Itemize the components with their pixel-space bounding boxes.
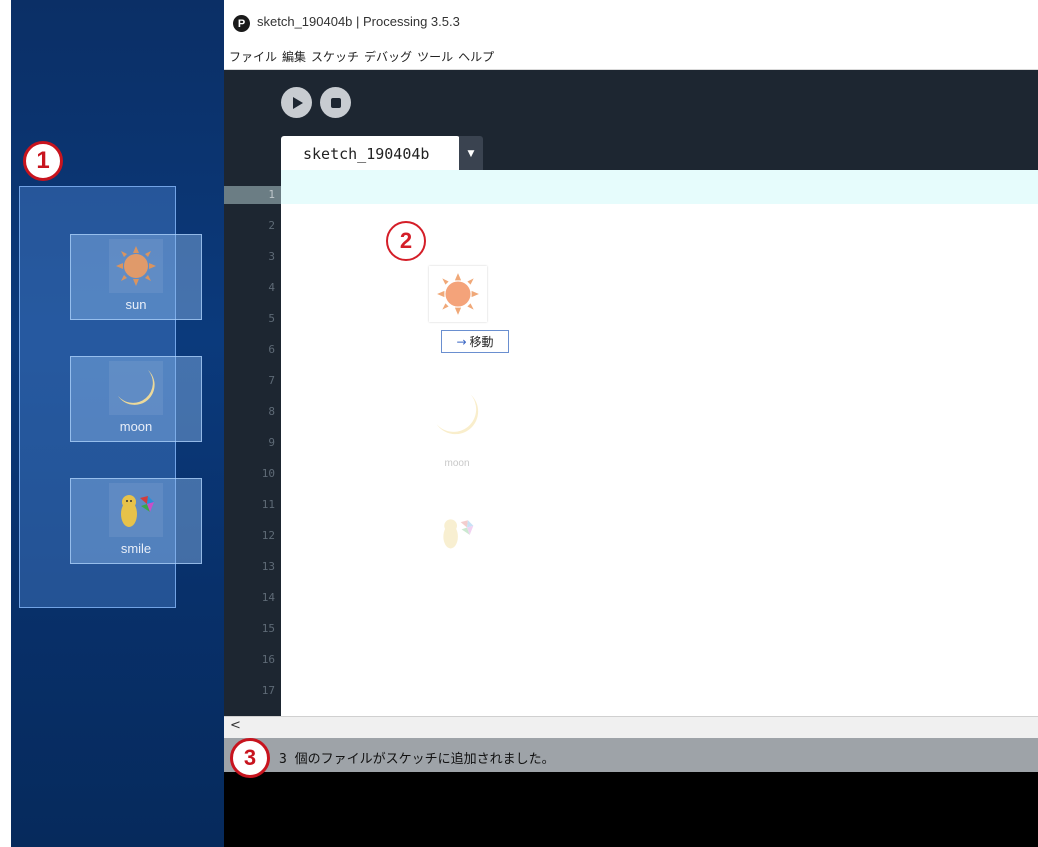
desktop-file-smile[interactable]: smile bbox=[70, 478, 202, 564]
line-number: 9 bbox=[268, 436, 275, 449]
callout-3-badge: 3 bbox=[230, 738, 270, 778]
status-message: 3 個のファイルがスケッチに追加されました。 bbox=[279, 752, 555, 767]
menu-help[interactable]: ヘルプ bbox=[458, 48, 494, 65]
line-number: 13 bbox=[261, 560, 275, 573]
line-number: 11 bbox=[261, 498, 275, 511]
line-number: 15 bbox=[261, 622, 275, 635]
toolbar: sketch_190404b ▼ bbox=[224, 70, 1038, 170]
sun-icon bbox=[109, 239, 163, 293]
dragged-smile-icon bbox=[429, 505, 485, 561]
arrow-right-icon: → bbox=[456, 334, 467, 349]
dragged-moon-icon bbox=[427, 386, 487, 444]
line-number: 2 bbox=[268, 219, 275, 232]
callout-2-badge: 2 bbox=[386, 221, 426, 261]
scroll-left-chevron-icon[interactable]: < bbox=[230, 718, 241, 733]
menu-tools[interactable]: ツール bbox=[417, 48, 453, 65]
moon-icon bbox=[109, 361, 163, 415]
menu-bar: ファイル 編集 スケッチ デバッグ ツール ヘルプ bbox=[224, 44, 1038, 70]
menu-debug[interactable]: デバッグ bbox=[364, 48, 412, 65]
file-label-moon: moon bbox=[119, 419, 153, 434]
horizontal-scrollbar[interactable]: < bbox=[224, 716, 1038, 738]
dragged-sun-icon bbox=[429, 266, 487, 322]
window-title: sketch_190404b | Processing 3.5.3 bbox=[257, 14, 460, 29]
processing-logo-icon: P bbox=[233, 15, 250, 32]
line-number: 8 bbox=[268, 405, 275, 418]
menu-sketch[interactable]: スケッチ bbox=[311, 48, 359, 65]
smile-icon bbox=[109, 483, 163, 537]
line-number: 14 bbox=[261, 591, 275, 604]
desktop-file-moon[interactable]: moon bbox=[70, 356, 202, 442]
line-number: 16 bbox=[261, 653, 275, 666]
move-tooltip: → 移動 bbox=[441, 330, 509, 353]
move-tooltip-label: 移動 bbox=[469, 335, 494, 349]
line-number: 3 bbox=[268, 250, 275, 263]
play-icon bbox=[292, 96, 303, 109]
stop-button[interactable] bbox=[320, 87, 351, 118]
dragged-moon-label: moon bbox=[444, 458, 470, 469]
stop-icon bbox=[330, 97, 341, 108]
callout-1-badge: 1 bbox=[23, 141, 63, 181]
line-number: 12 bbox=[261, 529, 275, 542]
status-bar: 3 個のファイルがスケッチに追加されました。 bbox=[224, 738, 1038, 772]
menu-file[interactable]: ファイル bbox=[229, 48, 277, 65]
code-editor[interactable]: 1 2 3 4 5 6 7 8 9 10 11 12 13 14 15 16 1… bbox=[224, 170, 1038, 716]
console-area[interactable] bbox=[224, 772, 1038, 847]
tab-menu-chevron-down-icon[interactable]: ▼ bbox=[459, 136, 483, 170]
run-button[interactable] bbox=[281, 87, 312, 118]
line-number: 5 bbox=[268, 312, 275, 325]
line-number: 17 bbox=[261, 684, 275, 697]
file-label-smile: smile bbox=[120, 541, 152, 556]
desktop-panel: sun moon smile bbox=[11, 0, 224, 847]
line-number-gutter: 1 2 3 4 5 6 7 8 9 10 11 12 13 14 15 16 1… bbox=[224, 170, 281, 716]
tab-sketch[interactable]: sketch_190404b bbox=[281, 136, 460, 170]
menu-edit[interactable]: 編集 bbox=[282, 48, 306, 65]
current-line-highlight bbox=[281, 170, 1038, 204]
desktop-file-sun[interactable]: sun bbox=[70, 234, 202, 320]
file-label-sun: sun bbox=[125, 297, 147, 312]
line-number: 4 bbox=[268, 281, 275, 294]
line-number: 6 bbox=[268, 343, 275, 356]
line-number: 7 bbox=[268, 374, 275, 387]
line-number: 1 bbox=[268, 188, 275, 201]
line-number: 10 bbox=[261, 467, 275, 480]
title-bar: P sketch_190404b | Processing 3.5.3 bbox=[224, 0, 1038, 44]
